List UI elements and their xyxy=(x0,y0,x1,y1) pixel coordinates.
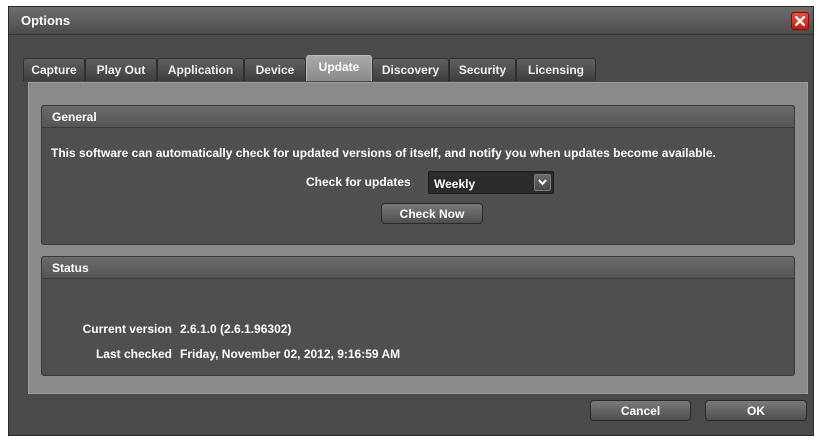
tab-application[interactable]: Application xyxy=(157,58,244,81)
dropdown-button[interactable] xyxy=(534,174,551,191)
tab-capture[interactable]: Capture xyxy=(23,58,85,81)
cancel-button[interactable]: Cancel xyxy=(590,400,691,421)
close-button[interactable] xyxy=(791,12,809,30)
last-checked-value: Friday, November 02, 2012, 9:16:59 AM xyxy=(180,347,401,361)
tab-licensing[interactable]: Licensing xyxy=(516,58,596,81)
tab-device[interactable]: Device xyxy=(244,58,306,81)
last-checked-label: Last checked xyxy=(95,347,172,361)
general-group: General This software can automatically … xyxy=(41,105,795,245)
current-version-value: 2.6.1.0 (2.6.1.96302) xyxy=(180,322,292,336)
close-icon xyxy=(795,16,805,26)
status-group-header: Status xyxy=(42,257,794,279)
dialog-title: Options xyxy=(21,13,71,28)
check-now-button[interactable]: Check Now xyxy=(381,203,483,224)
tab-security[interactable]: Security xyxy=(449,58,516,81)
ok-button[interactable]: OK xyxy=(705,400,807,421)
check-for-updates-label: Check for updates xyxy=(306,175,411,189)
update-description: This software can automatically check fo… xyxy=(51,146,716,160)
status-group: Status Current version 2.6.1.0 (2.6.1.96… xyxy=(41,256,795,376)
tab-content-panel: General This software can automatically … xyxy=(28,82,808,394)
tab-play-out[interactable]: Play Out xyxy=(85,58,157,81)
current-version-label: Current version xyxy=(82,322,172,336)
options-dialog: Options Capture Play Out Application Dev… xyxy=(8,6,814,436)
tab-update[interactable]: Update xyxy=(306,55,372,81)
tab-discovery[interactable]: Discovery xyxy=(372,58,449,81)
general-group-header: General xyxy=(42,106,794,128)
update-frequency-select[interactable]: Weekly xyxy=(428,171,554,194)
chevron-down-icon xyxy=(538,179,547,186)
title-bar: Options xyxy=(9,7,813,35)
update-frequency-value: Weekly xyxy=(434,177,476,191)
